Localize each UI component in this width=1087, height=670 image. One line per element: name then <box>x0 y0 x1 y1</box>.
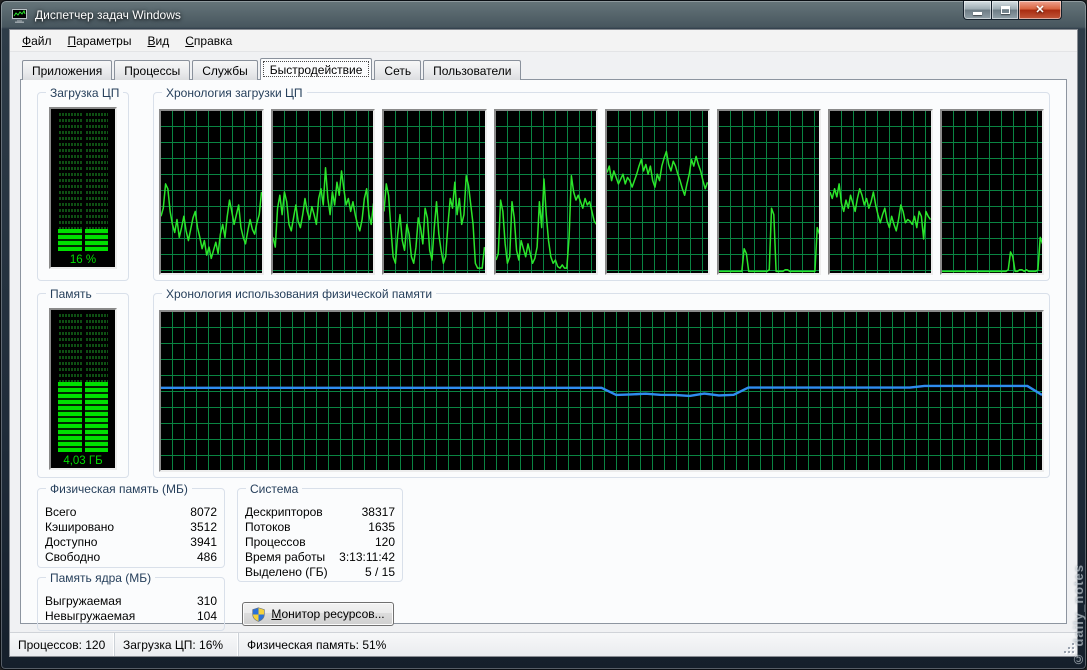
cpu-usage-group-label: Загрузка ЦП <box>46 86 123 100</box>
stat-label: Потоков <box>245 520 291 535</box>
client-area: Файл Параметры Вид Справка Приложения Пр… <box>9 29 1078 657</box>
stat-label: Доступно <box>45 535 97 550</box>
stat-label: Кэшировано <box>45 520 114 535</box>
minimize-icon <box>973 12 982 15</box>
stat-row: Время работы 3:13:11:42 <box>245 550 395 565</box>
menu-file[interactable]: Файл <box>14 31 60 51</box>
stat-value: 8072 <box>190 505 217 520</box>
resize-grip[interactable] <box>1062 641 1074 653</box>
maximize-button[interactable] <box>992 1 1019 20</box>
cpu-history-graph-5 <box>605 109 710 275</box>
physical-memory-group-label: Физическая память (МБ) <box>46 482 192 496</box>
stat-value: 120 <box>375 535 395 550</box>
memory-group-label: Память <box>46 287 96 301</box>
stat-label: Выгружаемая <box>45 594 121 609</box>
cpu-history-panels <box>159 109 1044 275</box>
system-group-label: Система <box>246 482 302 496</box>
memory-history-graph <box>159 310 1044 472</box>
close-icon: ✕ <box>1035 5 1044 16</box>
status-cpu-usage: Загрузка ЦП: 16% <box>114 633 238 656</box>
title-bar[interactable]: Диспетчер задач Windows <box>1 1 1086 29</box>
menu-options[interactable]: Параметры <box>60 31 140 51</box>
cpu-usage-group: Загрузка ЦП 16 % <box>37 92 129 281</box>
stat-row: Доступно 3941 <box>45 535 217 550</box>
resource-monitor-button-label: Монитор ресурсов... <box>271 607 384 621</box>
kernel-memory-group-label: Память ядра (МБ) <box>46 571 155 585</box>
stat-row: Процессов 120 <box>245 535 395 550</box>
stat-value: 486 <box>197 550 217 565</box>
stat-value: 1635 <box>368 520 395 535</box>
memory-history-group: Хронология использования физической памя… <box>153 293 1050 478</box>
menu-view[interactable]: Вид <box>139 31 177 51</box>
status-physical-memory: Физическая память: 51% <box>238 633 1077 656</box>
stat-value: 310 <box>197 594 217 609</box>
stat-row: Дескрипторов 38317 <box>245 505 395 520</box>
uac-shield-icon <box>251 607 266 622</box>
tab-services[interactable]: Службы <box>192 60 257 80</box>
caption-buttons: ✕ <box>963 1 1062 20</box>
stat-value: 3:13:11:42 <box>339 550 395 565</box>
tab-network[interactable]: Сеть <box>374 60 421 80</box>
cpu-history-graph-6 <box>717 109 822 275</box>
stat-label: Свободно <box>45 550 100 565</box>
cpu-usage-gauge: 16 % <box>49 107 117 269</box>
status-processes: Процессов: 120 <box>10 633 114 656</box>
stat-label: Дескрипторов <box>245 505 323 520</box>
memory-usage-value: 4,03 ГБ <box>51 455 115 467</box>
stat-value: 3512 <box>190 520 217 535</box>
stat-row: Всего 8072 <box>45 505 217 520</box>
stat-label: Выделено (ГБ) <box>245 565 328 580</box>
memory-history-group-label: Хронология использования физической памя… <box>162 287 436 301</box>
tab-performance[interactable]: Быстродействие <box>260 58 373 80</box>
tab-applications[interactable]: Приложения <box>22 60 112 80</box>
memory-gauge: 4,03 ГБ <box>49 308 117 470</box>
stat-label: Всего <box>45 505 76 520</box>
memory-group: Память 4,03 ГБ <box>37 293 129 478</box>
system-group: Система Дескрипторов38317 Потоков1635 Пр… <box>237 488 403 582</box>
stat-value: 3941 <box>190 535 217 550</box>
stat-row: Потоков 1635 <box>245 520 395 535</box>
cpu-gauge-divider <box>82 113 85 251</box>
stat-value: 38317 <box>362 505 395 520</box>
stat-label: Время работы <box>245 550 325 565</box>
tab-strip: Приложения Процессы Службы Быстродействи… <box>20 58 1067 80</box>
stat-label: Невыгружаемая <box>45 609 135 624</box>
stat-row: Выгружаемая 310 <box>45 594 217 609</box>
stat-row: Свободно 486 <box>45 550 217 565</box>
status-bar: Процессов: 120 Загрузка ЦП: 16% Физическ… <box>10 632 1077 656</box>
task-manager-window: Диспетчер задач Windows ✕ Файл Параметры… <box>0 0 1087 670</box>
menu-bar: Файл Параметры Вид Справка <box>10 30 1077 52</box>
cpu-usage-value: 16 % <box>51 254 115 266</box>
stat-row: Выделено (ГБ) 5 / 15 <box>245 565 395 580</box>
tab-area: Приложения Процессы Службы Быстродействи… <box>10 52 1077 632</box>
stat-row: Невыгружаемая 104 <box>45 609 217 624</box>
menu-help[interactable]: Справка <box>177 31 240 51</box>
task-manager-app-icon <box>11 8 28 23</box>
kernel-memory-group: Память ядра (МБ) Выгружаемая310 Невыгруж… <box>37 577 225 631</box>
stat-value: 5 / 15 <box>365 565 395 580</box>
cpu-history-graph-3 <box>382 109 487 275</box>
stat-value: 104 <box>197 609 217 624</box>
window-title: Диспетчер задач Windows <box>35 8 181 22</box>
stat-label: Процессов <box>245 535 306 550</box>
close-button[interactable]: ✕ <box>1019 1 1062 20</box>
tab-users[interactable]: Пользователи <box>423 60 521 80</box>
cpu-history-graph-7 <box>828 109 933 275</box>
cpu-history-graph-2 <box>271 109 376 275</box>
minimize-button[interactable] <box>963 1 992 20</box>
resource-monitor-button[interactable]: Монитор ресурсов... <box>242 602 394 626</box>
tab-processes[interactable]: Процессы <box>114 60 190 80</box>
cpu-history-graph-1 <box>159 109 264 275</box>
cpu-history-group: Хронология загрузки ЦП <box>153 92 1050 281</box>
maximize-icon <box>1001 6 1010 14</box>
cpu-history-graph-4 <box>494 109 599 275</box>
cpu-history-graph-8 <box>940 109 1045 275</box>
physical-memory-group: Физическая память (МБ) Всего8072 Кэширов… <box>37 488 225 568</box>
memory-gauge-divider <box>82 314 85 452</box>
cpu-history-group-label: Хронология загрузки ЦП <box>162 86 307 100</box>
stat-row: Кэшировано 3512 <box>45 520 217 535</box>
performance-tab-page: Загрузка ЦП 16 % Хронология загрузки ЦП <box>20 79 1067 624</box>
